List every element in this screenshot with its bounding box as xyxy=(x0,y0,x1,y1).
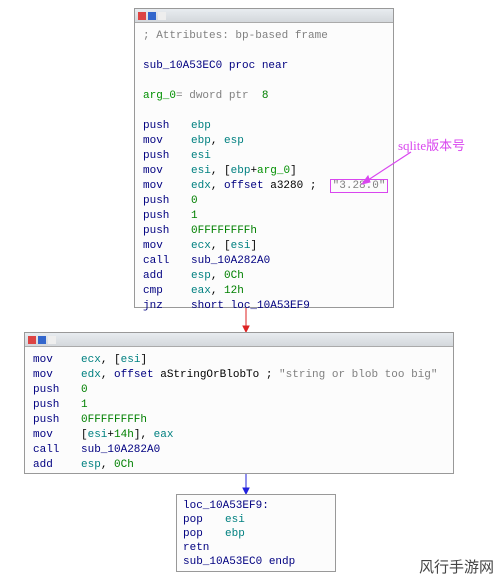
window-icon xyxy=(148,12,156,20)
annotation-arrow xyxy=(356,150,416,190)
window-icon xyxy=(158,12,166,20)
code-block-3: loc_10A53EF9: popesi popebp retn sub_10A… xyxy=(177,495,335,573)
window-icon xyxy=(48,336,56,344)
code-block-1: ; Attributes: bp-based frame sub_10A53EC… xyxy=(135,23,393,322)
flow-arrow xyxy=(240,474,252,494)
disasm-panel-2: movecx, [esi] movedx, offset aStringOrBl… xyxy=(24,332,454,474)
code-block-2: movecx, [esi] movedx, offset aStringOrBl… xyxy=(25,347,453,481)
window-icon xyxy=(138,12,146,20)
panel-titlebar xyxy=(135,9,393,23)
window-icon xyxy=(28,336,36,344)
flow-arrow xyxy=(240,308,252,332)
window-icon xyxy=(38,336,46,344)
watermark: 风行手游网 xyxy=(419,556,494,577)
panel-titlebar xyxy=(25,333,453,347)
disasm-panel-1: ; Attributes: bp-based frame sub_10A53EC… xyxy=(134,8,394,308)
disasm-panel-3: loc_10A53EF9: popesi popebp retn sub_10A… xyxy=(176,494,336,572)
